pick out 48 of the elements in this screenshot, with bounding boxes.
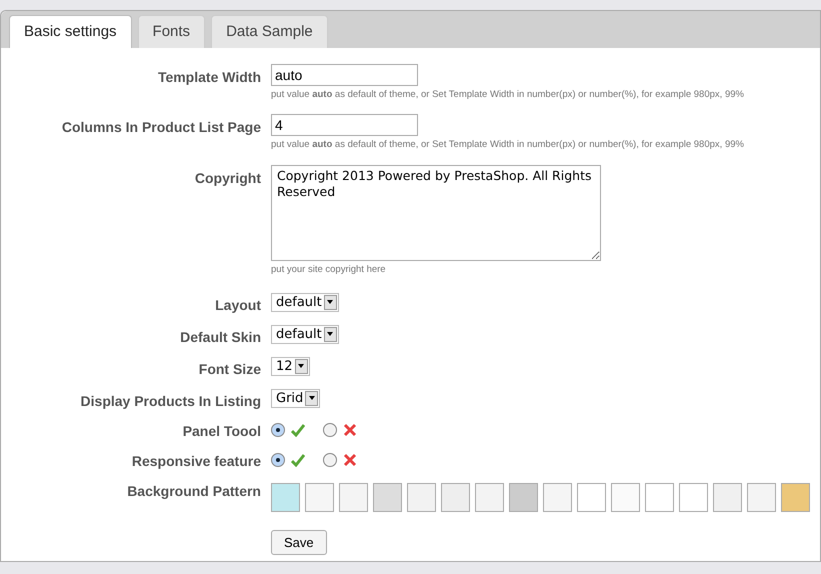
radio-button[interactable] (323, 452, 337, 467)
pattern-swatch[interactable] (509, 482, 538, 512)
save-button[interactable]: Save (271, 530, 327, 555)
pattern-swatch[interactable] (713, 482, 742, 512)
pattern-swatch[interactable] (679, 482, 708, 512)
pattern-swatch[interactable] (305, 482, 334, 512)
radio-button[interactable] (271, 422, 285, 437)
cross-icon (343, 452, 357, 467)
tab[interactable]: Data Sample (211, 15, 328, 48)
tab[interactable]: Fonts (138, 15, 206, 48)
help-text: put value auto as default of theme, or Set Template Width in number(px) or number(%), for example 980px, 99% (271, 138, 744, 152)
text-field[interactable]: 4 (271, 114, 418, 136)
copyright-text-area[interactable]: Copyright 2013 Powered by PrestaShop. All Rights Reserved (271, 164, 601, 260)
dropdown[interactable]: default (271, 324, 339, 344)
radio-button[interactable] (323, 422, 337, 437)
pattern-swatch[interactable] (611, 482, 640, 512)
field-label: Font Size (198, 360, 261, 379)
pattern-swatch[interactable] (645, 482, 674, 512)
radio-button[interactable] (271, 452, 285, 467)
field-label: Copyright (194, 168, 261, 188)
cross-icon (343, 422, 357, 437)
pattern-swatch[interactable] (407, 482, 436, 512)
help-text: put your site copyright here (271, 262, 387, 276)
field-label: Default Skin (179, 328, 261, 347)
pattern-swatch[interactable] (577, 482, 606, 512)
checkmark-icon (291, 452, 305, 467)
pattern-swatch[interactable] (271, 482, 300, 512)
field-label: Display Products In Listing (80, 392, 261, 411)
field-label: Template Width (156, 68, 261, 87)
field-label: Layout (214, 296, 261, 315)
field-label: Columns In Product List Page (60, 118, 261, 138)
dropdown[interactable]: default (271, 292, 339, 312)
pattern-swatch[interactable] (441, 482, 470, 512)
pattern-swatch[interactable] (339, 482, 368, 512)
dropdown[interactable]: 12 (271, 356, 310, 376)
pattern-swatch[interactable] (543, 482, 572, 512)
field-label: Background Pattern (126, 482, 261, 501)
field-label: Responsive feature (130, 452, 261, 471)
tab[interactable]: Basic settings (9, 15, 132, 48)
text-field[interactable]: auto (271, 64, 418, 86)
pattern-swatch[interactable] (475, 482, 504, 512)
pattern-swatch[interactable] (781, 482, 810, 512)
checkmark-icon (291, 422, 305, 437)
dropdown[interactable]: Grid (271, 388, 320, 408)
pattern-swatch[interactable] (373, 482, 402, 512)
pattern-swatch[interactable] (747, 482, 776, 512)
field-label: Panel Toool (182, 422, 261, 441)
help-text: put value auto as default of theme, or Set Template Width in number(px) or number(%), for example 980px, 99% (271, 88, 744, 102)
